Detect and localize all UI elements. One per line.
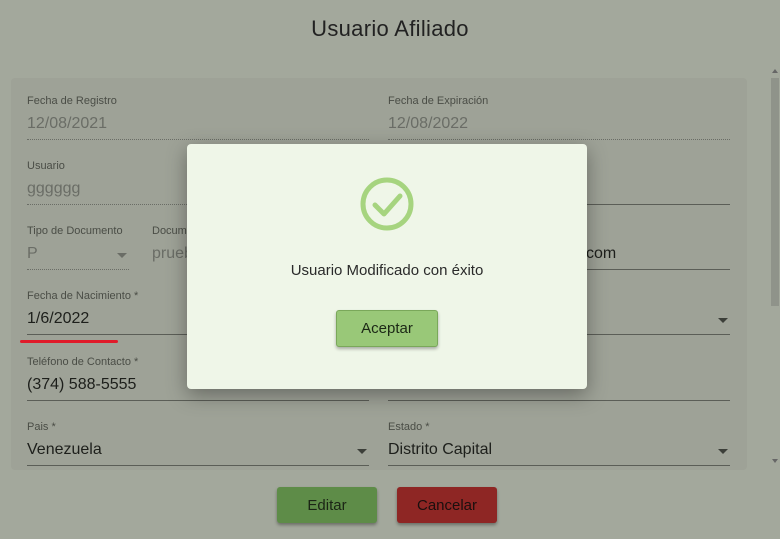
accept-button[interactable]: Aceptar [336,310,438,347]
cancel-button[interactable]: Cancelar [397,487,497,523]
fecha-expiracion-label: Fecha de Expiración [388,95,489,107]
estado-underline [388,465,730,466]
documento-label: Docum [152,225,187,237]
page-title: Usuario Afiliado [311,16,469,41]
chevron-down-icon [357,449,367,454]
fecha-nacimiento-label: Fecha de Nacimiento * [27,290,139,302]
telefono-value: (374) 588-5555 [27,376,137,393]
fecha-expiracion-underline [388,139,730,140]
scroll-up-icon[interactable] [772,69,778,73]
fecha-registro-label: Fecha de Registro [27,95,117,107]
tipo-documento-underline [27,269,129,270]
email-value: com [586,245,617,262]
pais-underline [27,465,369,466]
pais-label: Pais * [27,421,56,433]
edit-button[interactable]: Editar [277,487,377,523]
highlight-underline [20,340,118,343]
pais-value: Venezuela [27,441,102,458]
dialog-message: Usuario Modificado con éxito [290,262,484,279]
fecha-registro-value: 12/08/2021 [27,115,108,132]
estado-value: Distrito Capital [388,441,493,458]
success-dialog: Usuario Modificado con éxito Aceptar [187,144,587,389]
chevron-down-icon [718,318,728,323]
usuario-value: gggggg [27,180,81,197]
fecha-expiracion-value: 12/08/2022 [388,115,469,132]
tipo-documento-label: Tipo de Documento [27,225,123,237]
telefono-label: Teléfono de Contacto * [27,356,139,368]
tipo-documento-value: P [27,245,38,262]
usuario-label: Usuario [27,160,65,172]
check-circle-icon [359,176,415,232]
chevron-down-icon [117,253,127,258]
scrollbar-thumb[interactable] [771,78,779,306]
telefono-right-underline [388,400,730,401]
telefono-underline [27,400,369,401]
fecha-nacimiento-value: 1/6/2022 [27,310,90,327]
chevron-down-icon [718,449,728,454]
estado-label: Estado * [388,421,430,433]
fecha-registro-underline [27,139,369,140]
scroll-down-icon[interactable] [772,459,778,463]
